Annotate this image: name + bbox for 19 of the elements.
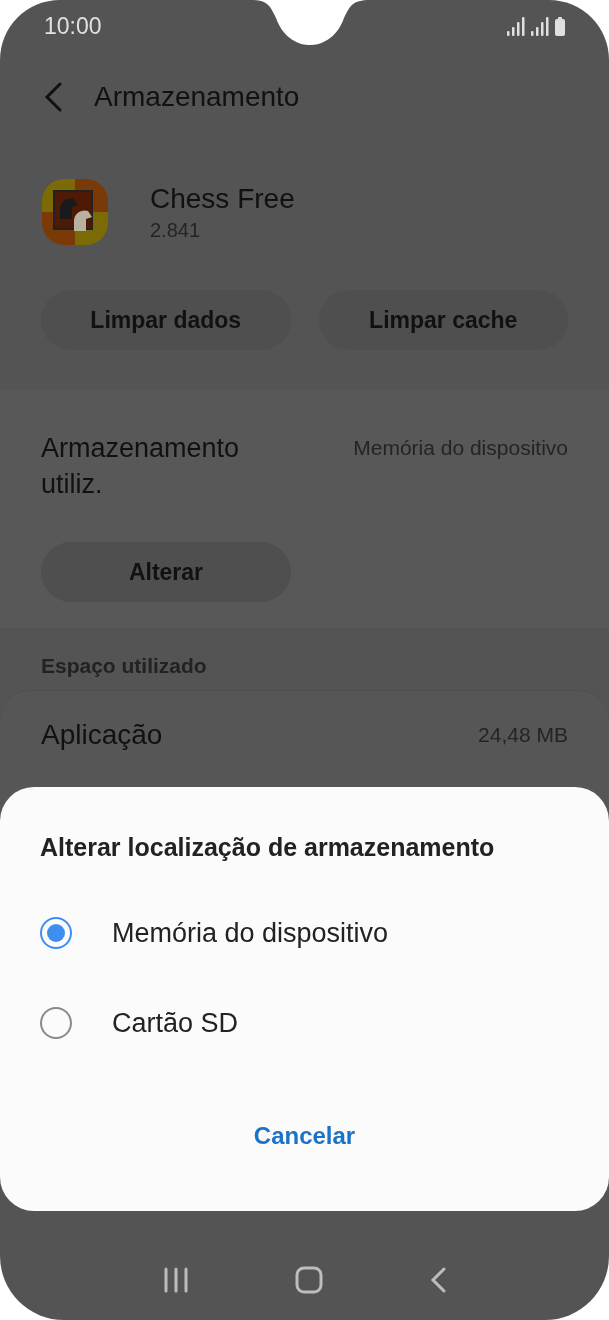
signal-icon [531, 16, 549, 36]
battery-icon [555, 16, 565, 36]
radio-button[interactable] [40, 1007, 72, 1039]
app-name: Chess Free [150, 182, 295, 215]
option-label[interactable]: Cartão SD [112, 1007, 239, 1039]
signal-icon [507, 16, 525, 36]
back-icon[interactable] [44, 82, 64, 112]
option-label[interactable]: Memória do dispositivo [112, 917, 389, 949]
chess-app-icon [42, 179, 108, 245]
radio-button[interactable] [40, 917, 72, 949]
usage-label: Aplicação [41, 719, 163, 751]
dialog-title: Alterar localização de armazenamento [40, 833, 496, 862]
home-icon[interactable] [295, 1266, 324, 1294]
status-time: 10:00 [44, 12, 102, 40]
back-nav-icon[interactable] [429, 1267, 446, 1293]
storage-label: Armazenamento utiliz. [41, 432, 241, 501]
page-title: Armazenamento [94, 81, 300, 113]
recent-apps-icon[interactable] [163, 1267, 190, 1293]
cancel-button[interactable]: Cancelar [233, 1114, 376, 1158]
